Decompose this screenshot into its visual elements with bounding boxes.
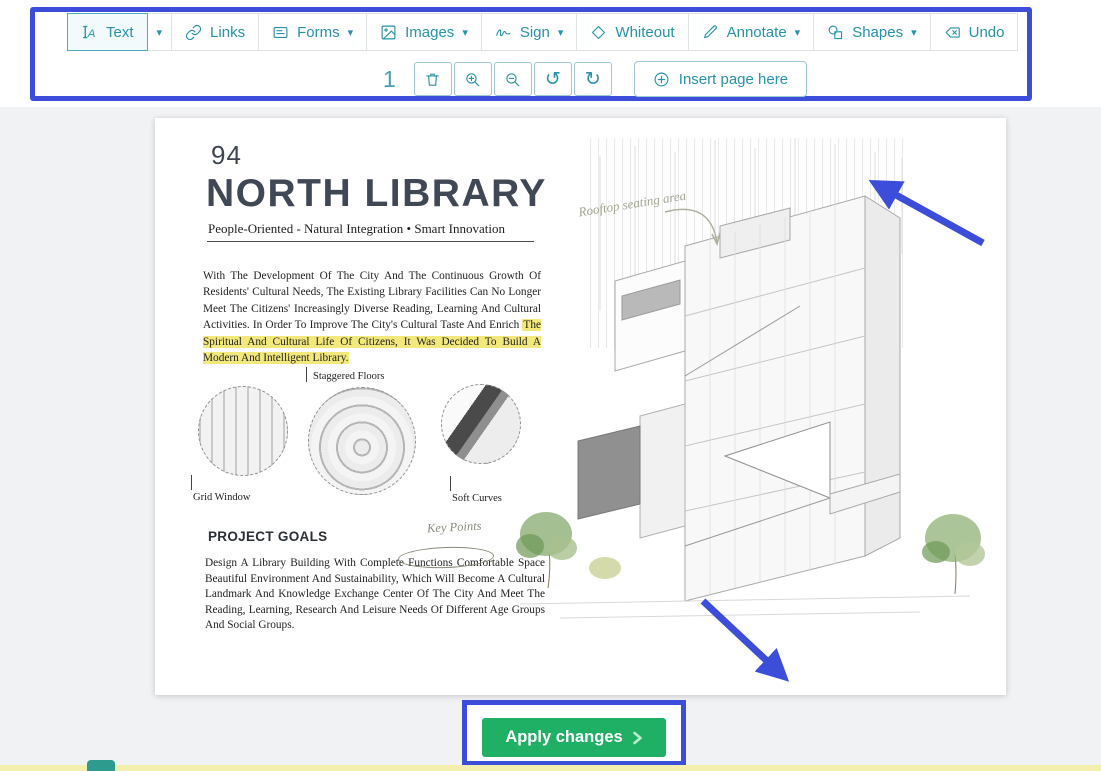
pdf-page-canvas[interactable]: 94 NORTH LIBRARY People-Oriented - Natur… [155,118,1006,695]
soft-curves-label: Soft Curves [452,493,502,504]
links-button-label: Links [210,24,245,41]
apply-changes-label: Apply changes [505,728,622,747]
images-button[interactable]: Images ▾ [366,13,482,51]
toolbar-main-row: A Text ▾ Links Forms ▾ Images ▾ Sign ▾ W [67,13,1027,51]
forms-button-label: Forms [297,24,340,41]
shapes-button-label: Shapes [852,24,903,41]
annotate-button-label: Annotate [727,24,787,41]
shapes-icon [827,24,844,41]
images-icon [380,24,397,41]
annotate-button[interactable]: Annotate ▾ [688,13,815,51]
chevron-down-icon: ▾ [157,26,163,39]
soft-curves-tick [450,476,451,491]
page-controls-row: 1 ↺ ↻ Insert page here [383,61,1027,97]
document-page-number: 94 [211,140,242,171]
project-goals-heading: PROJECT GOALS [208,529,327,544]
text-button[interactable]: A Text [67,13,148,51]
forms-icon [272,24,289,41]
sign-button-label: Sign [520,24,550,41]
rotate-right-icon: ↻ [585,70,601,89]
trash-icon [424,71,441,88]
plus-circle-icon [653,71,670,88]
goals-paragraph: Design A Library Building With Complete … [205,556,545,634]
current-page-number: 1 [383,66,396,93]
images-button-label: Images [405,24,454,41]
grid-window-tick [191,475,192,490]
document-subtitle: People-Oriented - Natural Integration • … [208,221,505,237]
sign-button[interactable]: Sign ▾ [481,13,578,51]
annotate-pen-icon [702,24,719,41]
chevron-down-icon: ▾ [558,26,564,39]
svg-text:A: A [87,27,96,39]
whiteout-icon [590,24,607,41]
forms-button[interactable]: Forms ▾ [258,13,367,51]
chevron-down-icon: ▾ [911,26,917,39]
undo-button[interactable]: Undo [930,13,1019,51]
insert-page-button[interactable]: Insert page here [634,61,807,97]
grid-window-photo [198,386,288,476]
toolbar-highlight-box: A Text ▾ Links Forms ▾ Images ▾ Sign ▾ W [30,7,1032,101]
zoom-out-button[interactable] [494,62,532,96]
intro-paragraph: With The Development Of The City And The… [203,268,541,366]
subtitle-underline [207,241,534,242]
links-button[interactable]: Links [171,13,259,51]
apply-highlight-box: Apply changes [462,700,686,766]
building-sketch: Rooftop seating area [500,126,1000,688]
shapes-button[interactable]: Shapes ▾ [813,13,930,51]
whiteout-button-label: Whiteout [615,24,674,41]
delete-page-button[interactable] [414,62,452,96]
rotate-left-icon: ↺ [545,70,561,89]
chevron-down-icon: ▾ [795,26,801,39]
building-sketch-drawing [500,126,1000,688]
staggered-floors-photo [308,387,416,495]
bottom-yellow-strip [0,765,1101,771]
chevron-right-icon [632,731,643,745]
undo-backspace-icon [944,24,961,41]
chevron-down-icon: ▾ [462,26,468,39]
intro-text: With The Development Of The City And The… [203,270,541,331]
bottom-left-widget[interactable] [87,760,115,771]
chevron-down-icon: ▾ [348,26,354,39]
zoom-out-icon [504,71,521,88]
rotate-left-button[interactable]: ↺ [534,62,572,96]
grid-window-label: Grid Window [193,492,250,503]
undo-button-label: Undo [969,24,1005,41]
staggered-floors-label: Staggered Floors [313,371,384,382]
rotate-right-button[interactable]: ↻ [574,62,612,96]
apply-changes-button[interactable]: Apply changes [482,718,666,757]
zoom-in-button[interactable] [454,62,492,96]
key-points-note: Key Points [427,519,482,537]
whiteout-button[interactable]: Whiteout [576,13,688,51]
zoom-in-icon [464,71,481,88]
link-icon [185,24,202,41]
insert-page-label: Insert page here [679,71,788,88]
text-dropdown-button[interactable]: ▾ [147,13,173,51]
document-title: NORTH LIBRARY [206,172,547,216]
text-button-label: Text [106,24,134,41]
staggered-floors-tick [306,367,307,382]
sign-icon [495,24,512,41]
text-icon: A [81,24,98,41]
